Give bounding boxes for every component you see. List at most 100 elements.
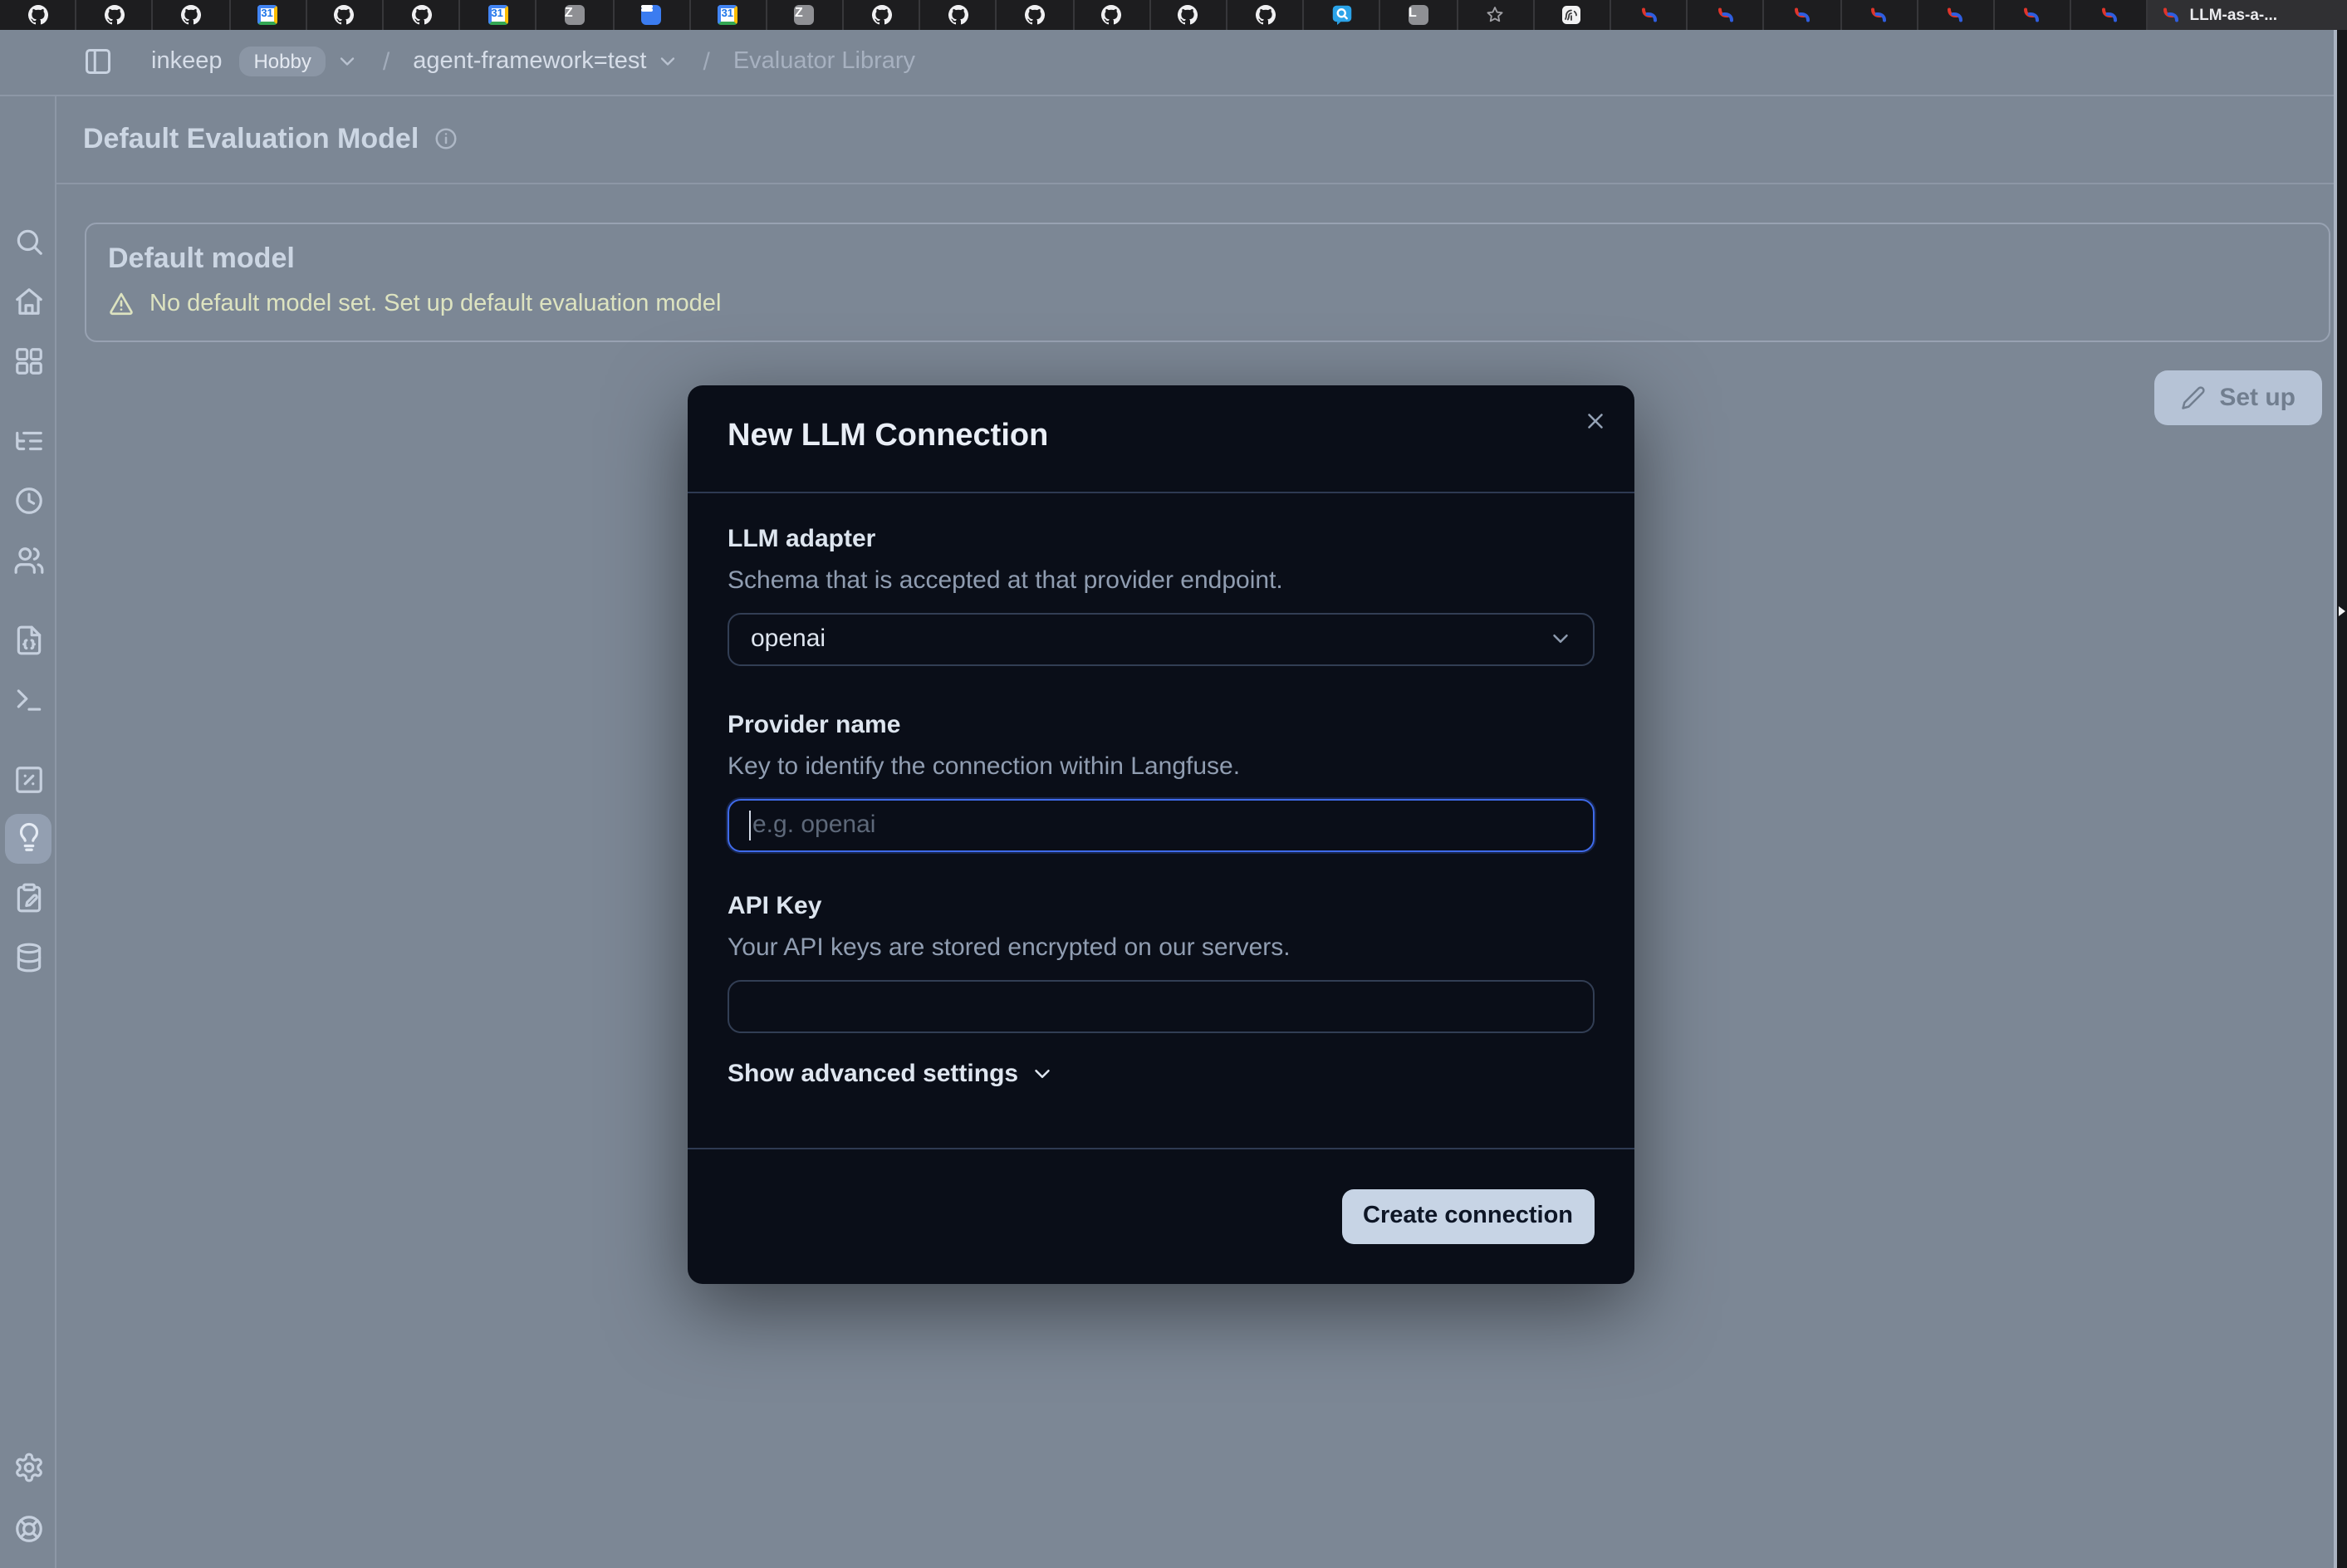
browser-tab-chat[interactable]: [1304, 0, 1380, 30]
page-title-row: Default Evaluation Model: [56, 96, 2335, 184]
modal-header-divider: [688, 492, 1634, 493]
panel-left-icon: [83, 47, 113, 77]
project-switcher-button[interactable]: [656, 51, 679, 74]
browser-tab-l[interactable]: L: [1381, 0, 1458, 30]
active-tab-title: LLM-as-a-...: [2190, 6, 2278, 24]
browser-tab-github[interactable]: [1151, 0, 1227, 30]
sidebar-item-prompts[interactable]: [5, 617, 51, 664]
langfuse-favicon-icon: [1715, 5, 1735, 25]
pencil-icon: [2181, 385, 2206, 410]
sidebar-item-sessions[interactable]: [5, 478, 51, 524]
sidebar-item-support[interactable]: [5, 1506, 51, 1552]
breadcrumb-project[interactable]: agent-framework=test: [413, 49, 646, 76]
set-up-button[interactable]: Set up: [2154, 370, 2322, 425]
clock-icon: [12, 485, 44, 517]
llm-adapter-select[interactable]: openai: [728, 612, 1595, 665]
browser-tab-bluedoc[interactable]: [614, 0, 690, 30]
browser-tab-github[interactable]: [1227, 0, 1304, 30]
browser-tab-github[interactable]: [384, 0, 460, 30]
llm-adapter-value: openai: [751, 625, 826, 653]
page-title: Default Evaluation Model: [83, 122, 419, 155]
file-json-icon: [12, 625, 44, 656]
browser-tab-z[interactable]: Z: [537, 0, 614, 30]
browser-tab-github[interactable]: [0, 0, 76, 30]
provider-name-help: Key to identify the connection within La…: [728, 752, 1240, 780]
breadcrumb-org[interactable]: inkeep: [151, 49, 222, 76]
browser-tab-github[interactable]: [76, 0, 153, 30]
browser-tab-langfuse[interactable]: [1765, 0, 1841, 30]
browser-tab-gcal[interactable]: 31: [690, 0, 767, 30]
browser-tab-gcal[interactable]: 31: [460, 0, 537, 30]
provider-name-input[interactable]: [728, 798, 1595, 851]
api-key-input[interactable]: [728, 979, 1595, 1032]
browser-tab-active[interactable]: LLM-as-a-...: [2149, 0, 2347, 30]
sidebar-item-search[interactable]: [5, 218, 51, 265]
browser-tab-star[interactable]: [1458, 0, 1534, 30]
sidebar-item-dashboards[interactable]: [5, 338, 51, 385]
screen: 31 31 Z 31 Z L LLM-as-a-... inkeep Hobby / ag…: [0, 0, 2347, 1568]
browser-tab-langfuse[interactable]: [1995, 0, 2071, 30]
sidebar-item-users[interactable]: [5, 537, 51, 584]
github-favicon-icon: [335, 5, 355, 25]
browser-tab-langfuse[interactable]: [2071, 0, 2148, 30]
app-header: inkeep Hobby / agent-framework=test / Ev…: [0, 30, 2335, 96]
show-advanced-settings-toggle[interactable]: Show advanced settings: [728, 1059, 1055, 1087]
sidebar-toggle-button[interactable]: [83, 47, 113, 77]
github-favicon-icon: [871, 5, 891, 25]
browser-tab-github[interactable]: [997, 0, 1074, 30]
api-key-help: Your API keys are stored encrypted on ou…: [728, 933, 1291, 961]
background-speck: [2338, 606, 2345, 616]
sidebar-item-playground[interactable]: [5, 677, 51, 723]
alert-triangle-icon: [108, 291, 135, 317]
clipboard-pen-icon: [12, 882, 44, 914]
modal-close-button[interactable]: [1580, 406, 1610, 436]
browser-tab-github[interactable]: [1074, 0, 1150, 30]
background-window-strip: [2336, 30, 2347, 1567]
browser-tab-fingerprint[interactable]: [1535, 0, 1611, 30]
text-cursor: [748, 810, 751, 840]
chevron-down-icon: [656, 51, 679, 74]
sidebar-item-tracing[interactable]: [5, 418, 51, 464]
sidebar-item-scores[interactable]: [5, 757, 51, 803]
browser-tab-github[interactable]: [154, 0, 230, 30]
card-title: Default model: [108, 243, 2307, 276]
browser-tab-gcal[interactable]: 31: [230, 0, 306, 30]
browser-tab-langfuse[interactable]: [1688, 0, 1764, 30]
blue-doc-favicon-icon: [641, 5, 661, 25]
browser-tab-langfuse[interactable]: [1841, 0, 1918, 30]
breadcrumb-separator: /: [703, 48, 709, 76]
new-llm-connection-modal: New LLM Connection LLM adapter Schema th…: [688, 385, 1634, 1283]
browser-tab-github[interactable]: [921, 0, 997, 30]
lightbulb-icon: [12, 822, 44, 854]
sidebar-item-datasets[interactable]: [5, 934, 51, 981]
org-switcher-button[interactable]: [336, 51, 360, 74]
list-tree-icon: [12, 425, 44, 457]
sidebar-item-home[interactable]: [5, 278, 51, 325]
search-icon: [12, 226, 44, 257]
browser-tab-github[interactable]: [844, 0, 920, 30]
sidebar-item-annotation-queues[interactable]: [5, 875, 51, 921]
browser-tab-langfuse[interactable]: [1611, 0, 1688, 30]
info-icon[interactable]: [434, 126, 458, 151]
github-favicon-icon: [1025, 5, 1045, 25]
github-favicon-icon: [1255, 5, 1275, 25]
z-favicon-icon: Z: [795, 5, 815, 25]
terminal-icon: [12, 684, 44, 716]
github-favicon-icon: [27, 5, 47, 25]
browser-tab-z[interactable]: Z: [767, 0, 844, 30]
langfuse-favicon-icon: [2162, 5, 2182, 25]
github-favicon-icon: [948, 5, 968, 25]
database-icon: [12, 942, 44, 973]
z-favicon-icon: Z: [565, 5, 585, 25]
sidebar-item-evaluator-library[interactable]: [5, 813, 51, 863]
api-key-label: API Key: [728, 891, 821, 919]
sidebar-item-settings[interactable]: [5, 1444, 51, 1491]
github-favicon-icon: [1101, 5, 1121, 25]
create-connection-button[interactable]: Create connection: [1341, 1188, 1595, 1243]
browser-tab-langfuse[interactable]: [1918, 0, 1994, 30]
grid-icon: [12, 345, 44, 377]
sidebar-nav: [0, 96, 56, 1568]
browser-tab-github[interactable]: [307, 0, 384, 30]
langfuse-favicon-icon: [2022, 5, 2042, 25]
star-favicon-icon: [1485, 5, 1505, 25]
